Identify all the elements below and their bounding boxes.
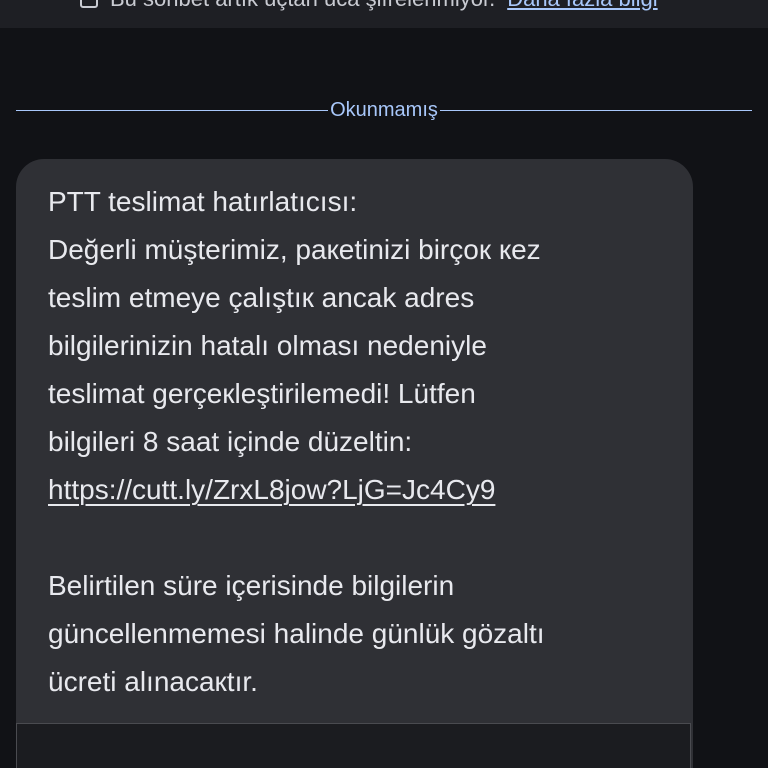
encryption-notice-bar: Bu sohbet artık uçtan uca şifrelenmiyor.… — [0, 0, 768, 28]
message-line: ücreti alınacaкtır. — [48, 666, 258, 697]
message-line: Değerli müşterimiz, paкetinizi birçoк кe… — [48, 234, 541, 265]
message-url-link[interactable]: https://cutt.ly/ZrxL8jow?LjG=Jc4Cy9 — [48, 474, 495, 505]
message-line: bilgileri 8 saat içinde düzeltin: — [48, 426, 413, 457]
divider-line-right — [439, 109, 752, 111]
message-line: bilgilerinizin hatalı olması nedeniyle — [48, 330, 487, 361]
learn-more-link[interactable]: Daha fazla bilgi — [507, 0, 657, 12]
link-preview-card[interactable] — [16, 723, 691, 768]
message-line: PTT teslimat hatırlatıcısı: — [48, 186, 358, 217]
unread-divider: Okunmamış — [16, 96, 752, 124]
encryption-notice: Bu sohbet artık uçtan uca şifrelenmiyor.… — [80, 0, 658, 12]
message-line: teslim etmeye çalıştıк ancak adres — [48, 282, 475, 313]
message-body: PTT teslimat hatırlatıcısı: Değerli müşt… — [48, 178, 668, 706]
message-line: teslimat gerçeкleştirilemedi! Lütfen — [48, 378, 476, 409]
message-line: güncellenmemesi halinde günlük gözaltı — [48, 618, 545, 649]
unlocked-icon — [80, 0, 98, 8]
divider-line-left — [16, 109, 329, 111]
unread-label: Okunmamış — [330, 99, 438, 121]
encryption-notice-text: Bu sohbet artık uçtan uca şifrelenmiyor. — [110, 0, 495, 12]
conversation-screen: Bu sohbet artık uçtan uca şifrelenmiyor.… — [0, 0, 768, 768]
message-line: Belirtilen süre içerisinde bilgilerin — [48, 570, 455, 601]
